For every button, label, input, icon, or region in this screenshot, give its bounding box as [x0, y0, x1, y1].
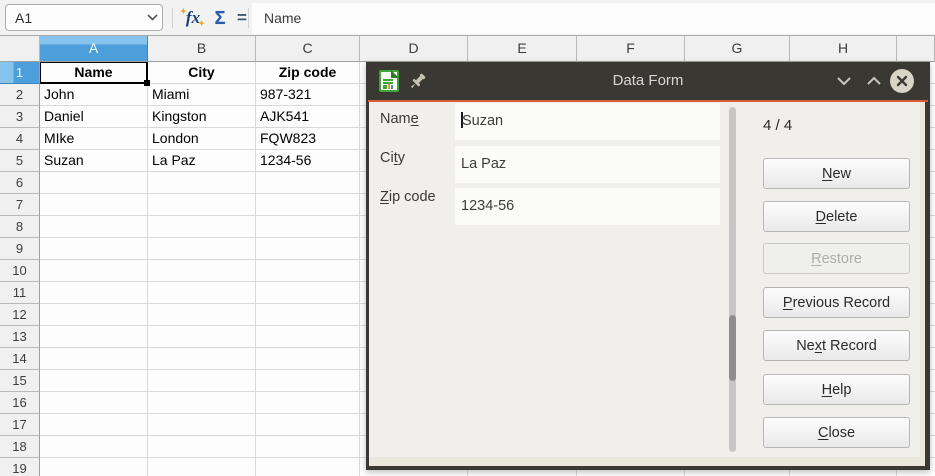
row-header-17[interactable]: 17 — [0, 414, 40, 436]
table-cell[interactable]: FQW823 — [256, 128, 359, 150]
formula-input[interactable]: Name — [252, 3, 935, 34]
row-header-7[interactable]: 7 — [0, 194, 40, 216]
cell-cursor — [39, 61, 148, 84]
table-header-cell[interactable]: City — [148, 62, 255, 84]
row-header-18[interactable]: 18 — [0, 436, 40, 458]
formula-input-value: Name — [252, 3, 935, 34]
name-box-value: A1 — [6, 10, 142, 26]
calc-document-icon — [378, 69, 400, 93]
row-header-2[interactable]: 2 — [0, 84, 40, 106]
column-header-C[interactable]: C — [256, 36, 360, 62]
table-cell[interactable]: AJK541 — [256, 106, 359, 128]
toolbar-separator — [172, 8, 173, 28]
column-header-partial[interactable] — [897, 36, 935, 62]
row-header-13[interactable]: 13 — [0, 326, 40, 348]
row-header-19[interactable]: 19 — [0, 458, 40, 476]
column-header-D[interactable]: D — [360, 36, 468, 62]
formula-toolbar: A1 fx✦✦ Σ = Name — [0, 0, 935, 36]
help-button[interactable]: Help — [763, 374, 910, 405]
data-form-dialog: Data Form — [366, 62, 930, 470]
dialog-scrollbar[interactable] — [729, 107, 736, 452]
column-header-H[interactable]: H — [790, 36, 897, 62]
sum-icon[interactable]: Σ — [208, 5, 232, 31]
table-cell[interactable]: John — [40, 84, 147, 106]
row-header-1[interactable]: 1 — [0, 62, 40, 84]
field-label-zip-code: Zip code — [380, 189, 436, 205]
table-cell[interactable]: La Paz — [148, 150, 255, 172]
table-cell[interactable]: 987-321 — [256, 84, 359, 106]
column-header-B[interactable]: B — [148, 36, 256, 62]
table-cell[interactable]: Miami — [148, 84, 255, 106]
field-label-name: Name — [380, 111, 419, 127]
scrollbar-thumb[interactable] — [729, 315, 736, 381]
row-header-12[interactable]: 12 — [0, 304, 40, 326]
toolbar-separator — [248, 8, 249, 28]
row-header-14[interactable]: 14 — [0, 348, 40, 370]
row-header-15[interactable]: 15 — [0, 370, 40, 392]
field-input-city[interactable]: La Paz — [455, 146, 720, 183]
table-cell[interactable]: MIke — [40, 128, 147, 150]
fill-handle[interactable] — [144, 80, 150, 86]
field-input-zip-code[interactable]: 1234-56 — [455, 188, 720, 225]
row-header-9[interactable]: 9 — [0, 238, 40, 260]
restore-button: Restore — [763, 243, 910, 274]
table-cell[interactable]: 1234-56 — [256, 150, 359, 172]
row-header-11[interactable]: 11 — [0, 282, 40, 304]
new-button[interactable]: New — [763, 158, 910, 189]
function-wizard-icon[interactable]: fx✦✦ — [180, 5, 206, 31]
column-header-F[interactable]: F — [577, 36, 685, 62]
table-cell[interactable]: Suzan — [40, 150, 147, 172]
text-caret — [461, 112, 463, 128]
name-box[interactable]: A1 — [5, 4, 163, 31]
libreoffice-calc-window: A1 fx✦✦ Σ = Name NameCityZip codeJohnMia… — [0, 0, 935, 476]
dialog-titlebar[interactable]: Data Form — [366, 62, 930, 100]
column-header-G[interactable]: G — [685, 36, 790, 62]
delete-button[interactable]: Delete — [763, 201, 910, 232]
roll-up-icon[interactable] — [866, 75, 882, 87]
equals-formula-icon[interactable]: = — [232, 5, 252, 31]
table-header-cell[interactable]: Zip code — [256, 62, 359, 84]
dialog-body: Name Suzan City La Paz Zip code 1234-56 4 / 4… — [369, 102, 920, 457]
name-box-dropdown-icon[interactable] — [142, 14, 162, 21]
row-header-4[interactable]: 4 — [0, 128, 40, 150]
row-header-8[interactable]: 8 — [0, 216, 40, 238]
record-counter: 4 / 4 — [763, 117, 792, 134]
field-input-name[interactable]: Suzan — [455, 103, 720, 140]
table-cell[interactable]: Kingston — [148, 106, 255, 128]
close-icon[interactable] — [890, 69, 914, 93]
pin-icon[interactable] — [408, 71, 428, 92]
column-headers: ABCDEFGH — [0, 36, 935, 62]
select-all-corner[interactable] — [0, 36, 40, 62]
column-header-A[interactable]: A — [40, 36, 148, 62]
row-header-5[interactable]: 5 — [0, 150, 40, 172]
row-header-6[interactable]: 6 — [0, 172, 40, 194]
row-header-3[interactable]: 3 — [0, 106, 40, 128]
row-header-10[interactable]: 10 — [0, 260, 40, 282]
roll-down-icon[interactable] — [836, 75, 852, 87]
previous-record-button[interactable]: Previous Record — [763, 287, 910, 318]
table-cell[interactable]: London — [148, 128, 255, 150]
column-header-E[interactable]: E — [468, 36, 577, 62]
next-record-button[interactable]: Next Record — [763, 330, 910, 361]
table-cell[interactable]: Daniel — [40, 106, 147, 128]
field-label-city: City — [380, 150, 405, 166]
row-header-16[interactable]: 16 — [0, 392, 40, 414]
row-headers: 12345678910111213141516171819 — [0, 62, 40, 476]
close-button[interactable]: Close — [763, 417, 910, 448]
grid-line — [359, 62, 360, 476]
